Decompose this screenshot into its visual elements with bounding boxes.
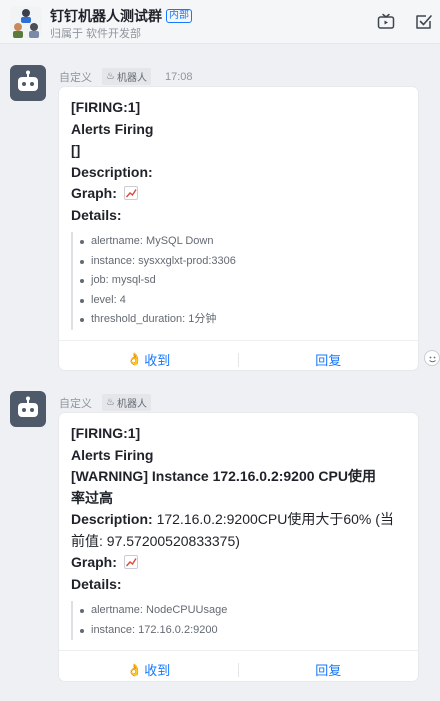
group-avatar[interactable] [10, 6, 42, 38]
description-label: Description: [71, 511, 153, 527]
alert-card: [FIRING:1] Alerts Firing [] Description:… [59, 87, 418, 370]
internal-badge: 内部 [166, 9, 192, 23]
card-actions: 👌 收到 回复 [59, 650, 418, 681]
robot-avatar[interactable] [10, 65, 46, 101]
message-time: 17:08 [164, 70, 193, 83]
acknowledge-button[interactable]: 👌 收到 [59, 660, 239, 679]
alert-headline: [WARNING] Instance 172.16.0.2:9200 CPU使用… [71, 466, 406, 509]
reply-label: 回复 [315, 663, 342, 678]
group-title[interactable]: 钉钉机器人测试群 内部 [50, 6, 192, 26]
task-check-icon[interactable] [414, 12, 434, 32]
description-value: 172.16.0.2:9200CPU使用大于60% (当 [152, 511, 394, 527]
description-value-cont: 前值: 97.57200520833375) [71, 532, 240, 549]
reply-label: 回复 [315, 352, 342, 368]
sender-name: 自定义 [59, 397, 92, 410]
chart-icon[interactable] [123, 186, 138, 200]
chat-header: 钉钉机器人测试群 内部 归属于 软件开发部 [0, 0, 440, 44]
description-line: Description: [71, 162, 406, 184]
robot-icon [18, 70, 38, 91]
list-item: instance: 172.16.0.2:9200 [80, 621, 406, 641]
alert-headline: [] [71, 142, 81, 158]
robot-icon [18, 396, 38, 417]
graph-label[interactable]: Graph: [71, 185, 117, 201]
list-item: level: 4 [80, 291, 406, 311]
acknowledge-label: 收到 [144, 663, 171, 678]
robot-tag-label: 机器人 [116, 73, 147, 84]
robot-tag: ♨ 机器人 [102, 68, 151, 85]
message-meta: 自定义 ♨ 机器人 [59, 394, 151, 411]
group-name: 钉钉机器人测试群 [50, 8, 162, 24]
graph-label[interactable]: Graph: [71, 554, 117, 570]
details-list: alertname: MySQL Down instance: sysxxglx… [71, 232, 406, 330]
alert-headline-line-2: 率过高 [71, 489, 113, 506]
firing-status: [FIRING:1] [71, 425, 141, 441]
card-actions: 👌 收到 回复 [59, 339, 419, 371]
list-item: alertname: NodeCPUUsage [80, 601, 406, 621]
action-divider [238, 663, 239, 677]
list-item: alertname: MySQL Down [80, 232, 406, 252]
list-item: job: mysql-sd [80, 271, 406, 291]
firing-status: [FIRING:1] [71, 99, 141, 115]
acknowledge-button[interactable]: 👌 收到 [59, 350, 239, 369]
message-meta: 自定义 ♨ 机器人 17:08 [59, 68, 193, 85]
alerts-title: Alerts Firing [71, 120, 154, 137]
emoji-reaction-icon[interactable] [424, 350, 440, 366]
action-divider [238, 352, 239, 367]
tv-icon[interactable] [376, 12, 396, 32]
details-label: Details: [71, 206, 122, 223]
alert-card: [FIRING:1] Alerts Firing [WARNING] Insta… [59, 413, 418, 681]
robot-tag: ♨ 机器人 [102, 394, 151, 411]
graph-line: Graph: [71, 183, 406, 205]
group-subtitle: 归属于 软件开发部 [50, 28, 142, 40]
graph-line: Graph: [71, 552, 406, 574]
reply-button[interactable]: 回复 [239, 660, 419, 679]
ok-hand-icon: 👌 [127, 662, 143, 677]
robot-small-icon: ♨ [106, 71, 115, 82]
alerts-title: Alerts Firing [71, 446, 154, 463]
robot-small-icon: ♨ [106, 397, 115, 408]
acknowledge-label: 收到 [144, 352, 171, 368]
description-line: Description: 172.16.0.2:9200CPU使用大于60% (… [71, 509, 406, 552]
sender-name: 自定义 [59, 71, 92, 84]
reply-button[interactable]: 回复 [239, 350, 419, 369]
list-item: threshold_duration: 1分钟 [80, 310, 406, 330]
details-label: Details: [71, 575, 122, 592]
list-item: instance: sysxxglxt-prod:3306 [80, 252, 406, 272]
ok-hand-icon: 👌 [127, 352, 143, 366]
robot-tag-label: 机器人 [116, 399, 147, 410]
chart-icon[interactable] [123, 555, 138, 569]
robot-avatar[interactable] [10, 391, 46, 427]
alert-headline-line-1: [WARNING] Instance 172.16.0.2:9200 CPU使用 [71, 468, 376, 484]
details-list: alertname: NodeCPUUsage instance: 172.16… [71, 601, 406, 640]
description-label: Description: [71, 163, 153, 180]
